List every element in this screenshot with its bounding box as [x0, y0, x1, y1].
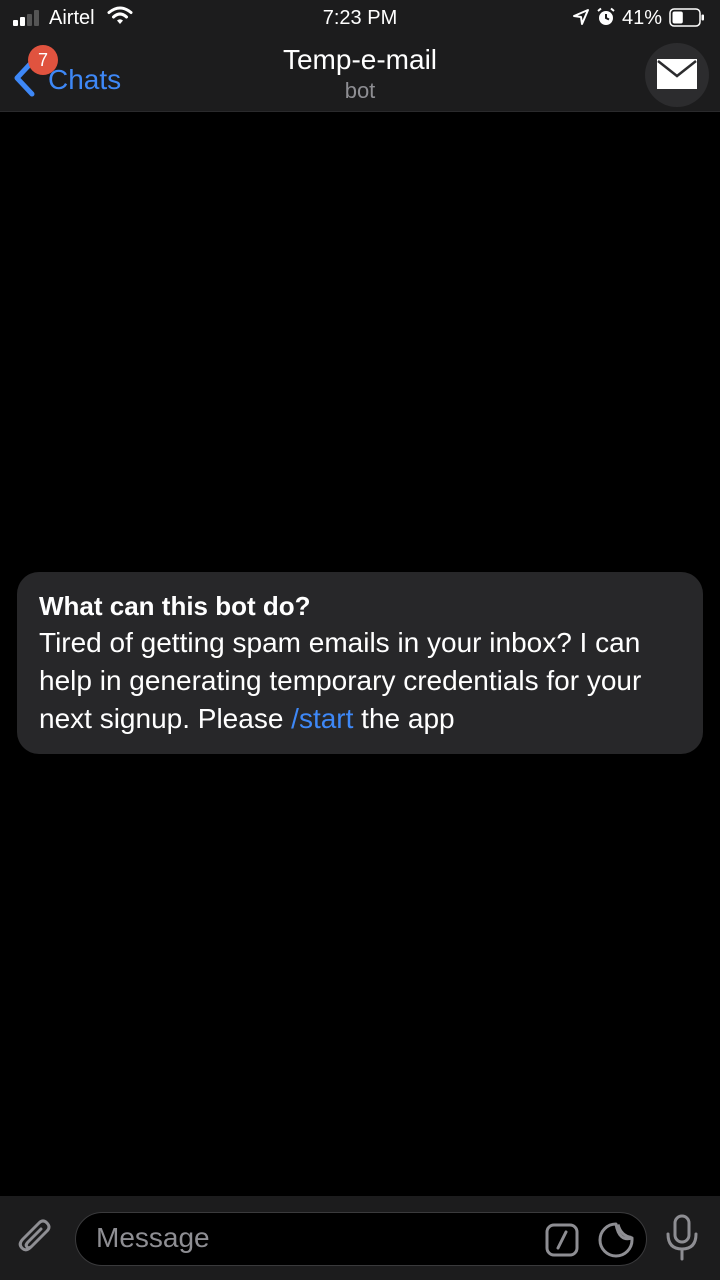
nav-bar: Chats 7 Temp-e-mail bot	[0, 36, 720, 112]
bot-info-card: What can this bot do? Tired of getting s…	[17, 572, 703, 754]
card-text-end: the app	[353, 703, 455, 734]
status-bar: Airtel 7:23 PM 41%	[0, 0, 720, 36]
microphone-icon[interactable]	[664, 1214, 700, 1262]
alarm-icon	[597, 7, 615, 25]
location-icon	[573, 9, 589, 25]
message-field[interactable]	[75, 1212, 647, 1266]
envelope-icon	[657, 59, 697, 89]
chat-screen: Airtel 7:23 PM 41% Chats 7 Temp-e-mail b…	[0, 0, 720, 1280]
battery-icon	[669, 8, 704, 27]
message-input-bar	[0, 1196, 720, 1280]
start-command-link[interactable]: /start	[291, 703, 353, 734]
message-input[interactable]	[96, 1213, 536, 1263]
paperclip-icon[interactable]	[16, 1218, 56, 1258]
avatar[interactable]	[645, 43, 709, 107]
battery-percent: 41%	[622, 7, 663, 29]
sticker-icon[interactable]	[597, 1221, 635, 1259]
chat-title[interactable]: Temp-e-mail	[0, 44, 720, 76]
card-description: Tired of getting spam emails in your inb…	[39, 624, 681, 738]
card-title: What can this bot do?	[39, 591, 311, 621]
bot-command-icon[interactable]	[545, 1223, 579, 1257]
chat-subtitle: bot	[344, 78, 376, 103]
